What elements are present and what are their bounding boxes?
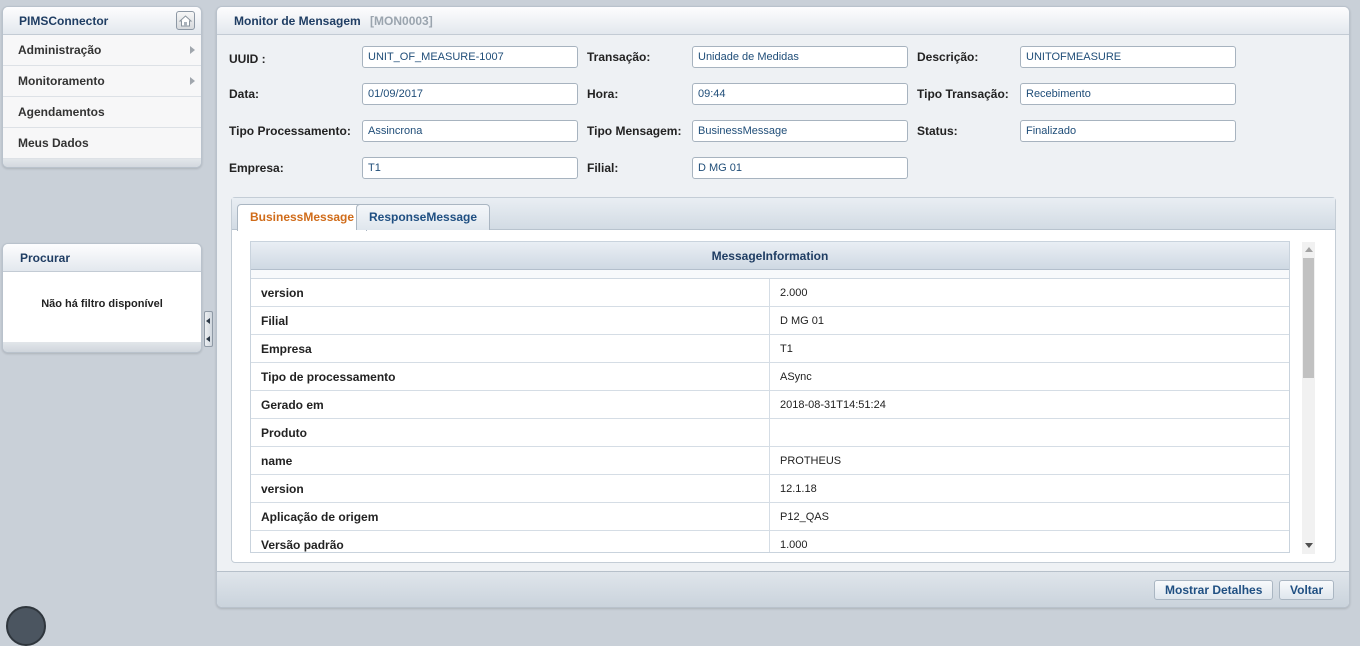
chevron-right-icon: [190, 77, 195, 85]
app-title: PIMSConnector: [3, 7, 201, 35]
row-value: P12_QAS: [780, 511, 829, 523]
row-key: version: [251, 279, 770, 306]
search-empty-text: Não há filtro disponível: [3, 272, 201, 342]
row-key: Versão padrão: [251, 531, 770, 552]
row-value: 1.000: [780, 539, 808, 551]
table-row[interactable]: Filial D MG 01: [251, 307, 1289, 335]
collapse-sidebar-handle[interactable]: [204, 311, 213, 347]
tab-response-message[interactable]: ResponseMessage: [356, 204, 491, 230]
uuid-field[interactable]: [362, 46, 578, 68]
table-row[interactable]: Empresa T1: [251, 335, 1289, 363]
navigation-panel: PIMSConnector Administração Monitorament…: [2, 6, 202, 168]
table-header: MessageInformation: [251, 242, 1289, 270]
search-title: Procurar: [3, 244, 201, 272]
status-label: Status:: [917, 124, 958, 138]
menu-item-label: Monitoramento: [18, 74, 105, 88]
row-key: version: [251, 475, 770, 502]
menu-item-label: Meus Dados: [18, 136, 89, 150]
back-button[interactable]: Voltar: [1279, 580, 1335, 600]
table-row[interactable]: Versão padrão 1.000: [251, 531, 1289, 552]
row-value: T1: [780, 343, 793, 355]
table-row[interactable]: name PROTHEUS: [251, 447, 1289, 475]
transacao-field[interactable]: [692, 46, 908, 68]
message-tabs-container: BusinessMessage ResponseMessage MessageI…: [231, 197, 1336, 563]
empresa-field[interactable]: [362, 157, 578, 179]
uuid-label: UUID :: [229, 52, 266, 66]
row-key: Produto: [251, 419, 770, 446]
page-title-text: Monitor de Mensagem: [234, 14, 361, 28]
tipo-transacao-field[interactable]: [1020, 83, 1236, 105]
status-field[interactable]: [1020, 120, 1236, 142]
page-code: [MON0003]: [370, 14, 433, 28]
empresa-label: Empresa:: [229, 161, 284, 175]
row-key: Empresa: [251, 335, 770, 362]
row-key: Aplicação de origem: [251, 503, 770, 530]
row-value: 2018-08-31T14:51:24: [780, 399, 886, 411]
transacao-label: Transação:: [587, 50, 651, 64]
data-field[interactable]: [362, 83, 578, 105]
message-information-table: MessageInformation version 2.000 Filial D M…: [250, 241, 1290, 553]
table-subheader: [251, 270, 1289, 279]
scroll-thumb[interactable]: [1303, 258, 1314, 378]
tipo-processamento-label: Tipo Processamento:: [229, 124, 351, 138]
message-monitor-panel: Monitor de Mensagem [MON0003] UUID : Tra…: [216, 6, 1350, 608]
menu-item-meus-dados[interactable]: Meus Dados: [3, 128, 201, 159]
tipo-processamento-field[interactable]: [362, 120, 578, 142]
status-orb-icon: [6, 606, 46, 646]
search-panel: Procurar Não há filtro disponível: [2, 243, 202, 353]
tipo-mensagem-label: Tipo Mensagem:: [587, 124, 682, 138]
scroll-up-icon[interactable]: [1305, 247, 1313, 252]
tab-business-message[interactable]: BusinessMessage: [237, 204, 368, 231]
tab-strip: BusinessMessage ResponseMessage: [232, 198, 1335, 231]
show-details-button[interactable]: Mostrar Detalhes: [1154, 580, 1274, 600]
descricao-field[interactable]: [1020, 46, 1236, 68]
row-key: Filial: [251, 307, 770, 334]
data-label: Data:: [229, 87, 260, 101]
descricao-label: Descrição:: [917, 50, 979, 64]
row-value: PROTHEUS: [780, 455, 842, 467]
row-value: [770, 419, 1289, 446]
table-row[interactable]: Gerado em 2018-08-31T14:51:24: [251, 391, 1289, 419]
chevron-right-icon: [190, 46, 195, 54]
menu-item-administracao[interactable]: Administração: [3, 35, 201, 66]
menu-item-monitoramento[interactable]: Monitoramento: [3, 66, 201, 97]
table-row[interactable]: Tipo de processamento ASync: [251, 363, 1289, 391]
menu-item-agendamentos[interactable]: Agendamentos: [3, 97, 201, 128]
chevron-left-icon: [206, 336, 210, 342]
menu-item-label: Agendamentos: [18, 105, 105, 119]
row-key: name: [251, 447, 770, 474]
tipo-transacao-label: Tipo Transação:: [917, 87, 1009, 101]
scroll-down-icon[interactable]: [1305, 543, 1313, 548]
table-row[interactable]: Aplicação de origem P12_QAS: [251, 503, 1289, 531]
filial-field[interactable]: [692, 157, 908, 179]
filial-label: Filial:: [587, 161, 619, 175]
table-row[interactable]: version 12.1.18: [251, 475, 1289, 503]
chevron-left-icon: [206, 318, 210, 324]
table-row[interactable]: version 2.000: [251, 279, 1289, 307]
panel-footer: Mostrar Detalhes Voltar: [217, 571, 1349, 607]
page-title: Monitor de Mensagem [MON0003]: [217, 7, 1349, 35]
row-key: Tipo de processamento: [251, 363, 770, 390]
row-value: ASync: [780, 371, 812, 383]
row-key: Gerado em: [251, 391, 770, 418]
home-icon[interactable]: [176, 11, 195, 30]
table-scrollbar[interactable]: [1302, 242, 1315, 554]
hora-field[interactable]: [692, 83, 908, 105]
hora-label: Hora:: [587, 87, 619, 101]
tipo-mensagem-field[interactable]: [692, 120, 908, 142]
row-value: 2.000: [780, 287, 808, 299]
row-value: 12.1.18: [780, 483, 817, 495]
menu-item-label: Administração: [18, 43, 102, 57]
search-footer: [3, 342, 201, 352]
table-row[interactable]: Produto: [251, 419, 1289, 447]
row-value: D MG 01: [780, 315, 825, 327]
menu-footer: [3, 159, 201, 167]
